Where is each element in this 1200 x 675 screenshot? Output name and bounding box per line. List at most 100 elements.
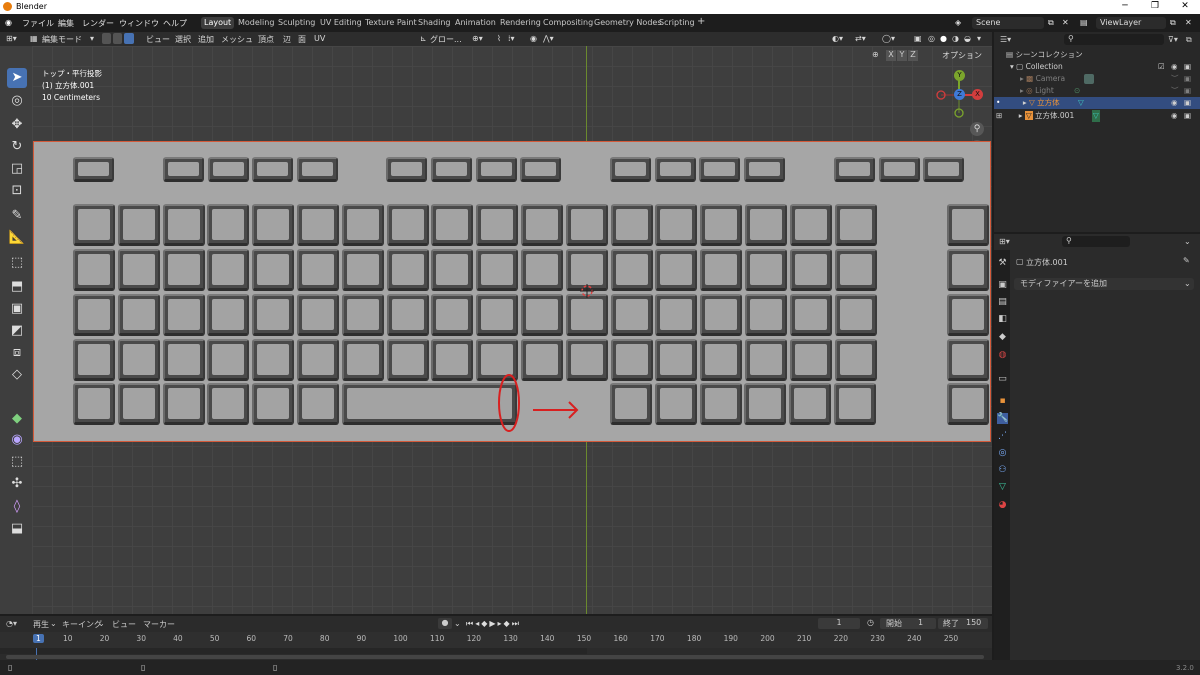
render-icon[interactable]: ▣: [1184, 85, 1191, 97]
key-cap[interactable]: [565, 204, 608, 246]
key-cap[interactable]: [297, 157, 338, 182]
tab-geometry-nodes[interactable]: Geometry Nodes: [594, 18, 661, 27]
key-cap[interactable]: [834, 157, 875, 182]
constraints-tab-icon[interactable]: ⚇: [997, 465, 1008, 476]
eye-icon[interactable]: ◉: [1171, 110, 1178, 122]
key-cap[interactable]: [700, 204, 743, 246]
key-cap[interactable]: [947, 294, 989, 336]
key-cap[interactable]: [834, 383, 876, 425]
key-cap[interactable]: [117, 204, 160, 246]
properties-type-icon[interactable]: ⊞▾: [999, 237, 1010, 246]
shading-options-icon[interactable]: ▾: [977, 34, 981, 43]
snap-target-icon[interactable]: ⁞▾: [508, 34, 515, 43]
delete-viewlayer-icon[interactable]: ✕: [1185, 18, 1192, 27]
key-cap[interactable]: [654, 383, 697, 425]
key-cap[interactable]: [117, 294, 160, 336]
render-shading-icon[interactable]: ◒: [964, 34, 971, 43]
vertex-select-button[interactable]: [102, 33, 111, 44]
key-cap[interactable]: [521, 294, 563, 336]
mode-dropdown-icon[interactable]: ▾: [90, 34, 94, 43]
data-tab-icon[interactable]: ▽: [997, 482, 1008, 493]
menu-keying[interactable]: キーイング: [62, 619, 102, 630]
key-cap[interactable]: [745, 339, 787, 381]
outliner-row-light[interactable]: ▸ ◎ Light ⊙ ︶ ▣: [994, 85, 1200, 97]
key-cap[interactable]: [431, 294, 474, 336]
key-cap[interactable]: [341, 294, 384, 336]
key-cap[interactable]: [431, 157, 472, 182]
key-cap[interactable]: [520, 157, 561, 182]
loop-cut-tool-icon[interactable]: ⧈: [7, 343, 27, 363]
falloff-icon[interactable]: ⋀▾: [543, 34, 554, 43]
render-icon[interactable]: ▣: [1184, 110, 1191, 122]
new-collection-icon[interactable]: ⧉: [1186, 35, 1192, 45]
xray-icon[interactable]: ▣: [914, 34, 922, 43]
key-cap[interactable]: [207, 249, 250, 291]
key-cap[interactable]: [745, 249, 787, 291]
expand-arrow-icon[interactable]: ▸: [1023, 98, 1027, 107]
key-cap[interactable]: [73, 157, 114, 182]
key-cap[interactable]: [476, 157, 517, 182]
tab-texture-paint[interactable]: Texture Paint: [365, 18, 417, 27]
tab-modeling[interactable]: Modeling: [238, 18, 274, 27]
transform-tool-icon[interactable]: ⊡: [7, 181, 27, 201]
key-cap[interactable]: [700, 339, 743, 381]
playback-dropdown-icon[interactable]: ⌄: [50, 619, 57, 628]
key-cap[interactable]: [207, 339, 250, 381]
extrude-tool-icon[interactable]: ⬒: [7, 277, 27, 297]
key-cap[interactable]: [789, 294, 832, 336]
key-cap[interactable]: [655, 204, 698, 246]
expand-arrow-icon[interactable]: ▸: [1020, 86, 1024, 95]
key-cap[interactable]: [789, 204, 832, 246]
pin-icon[interactable]: ✎: [1183, 256, 1190, 265]
key-cap[interactable]: [431, 204, 474, 246]
edge-select-button[interactable]: [113, 33, 122, 44]
blender-menu-icon[interactable]: ◉: [5, 18, 12, 27]
key-cap[interactable]: [162, 383, 205, 425]
key-cap[interactable]: [610, 157, 651, 182]
key-cap[interactable]: [162, 339, 205, 381]
key-cap[interactable]: [386, 249, 429, 291]
menu-edge[interactable]: 辺: [283, 34, 291, 45]
checkbox-icon[interactable]: ☑: [1158, 61, 1165, 73]
key-cap[interactable]: [947, 339, 989, 381]
timeline-scrollbar[interactable]: [6, 655, 984, 659]
editor-type-icon[interactable]: ⊞▾: [6, 34, 17, 43]
tab-sculpting[interactable]: Sculpting: [278, 18, 315, 27]
key-cap[interactable]: [117, 383, 160, 425]
key-cap[interactable]: [655, 249, 698, 291]
expand-arrow-icon[interactable]: ▸: [1020, 74, 1024, 83]
particles-tab-icon[interactable]: ⋰: [997, 431, 1008, 442]
render-icon[interactable]: ▣: [1184, 97, 1191, 109]
key-cap[interactable]: [162, 294, 205, 336]
key-cap[interactable]: [834, 339, 877, 381]
inset-tool-icon[interactable]: ▣: [7, 299, 27, 319]
solid-shading-icon[interactable]: ●: [940, 34, 947, 43]
proportional-edit-icon[interactable]: ◉: [530, 34, 537, 43]
key-cap[interactable]: [655, 294, 698, 336]
render-tab-icon[interactable]: ▣: [997, 280, 1008, 291]
key-cap[interactable]: [297, 249, 339, 291]
properties-search-input[interactable]: ⚲: [1062, 236, 1130, 247]
physics-tab-icon[interactable]: ◎: [997, 448, 1008, 459]
mode-selector[interactable]: 編集モード: [42, 34, 82, 45]
scene-tab-icon[interactable]: ◆: [997, 332, 1008, 343]
outliner-type-icon[interactable]: ☰▾: [1000, 35, 1011, 44]
key-cap[interactable]: [834, 204, 877, 246]
shear-tool-icon[interactable]: ◊: [7, 497, 27, 517]
scale-tool-icon[interactable]: ◲: [7, 159, 27, 179]
timeline-type-icon[interactable]: ◔▾: [6, 619, 17, 628]
visibility-icon[interactable]: ◐▾: [832, 34, 843, 43]
select-box-tool-icon[interactable]: ➤: [7, 68, 27, 88]
outliner-row-cube001[interactable]: ⊞ ▸ ▽ 立方体.001 ▽ ◉ ▣: [994, 110, 1200, 122]
pivot-icon[interactable]: ⊕▾: [472, 34, 483, 43]
key-cap[interactable]: [386, 204, 429, 246]
key-cap[interactable]: [117, 249, 160, 291]
smooth-tool-icon[interactable]: ⬚: [7, 452, 27, 472]
menu-render[interactable]: レンダー: [82, 18, 114, 29]
key-cap[interactable]: [252, 157, 293, 182]
measure-tool-icon[interactable]: 📐: [7, 228, 27, 248]
key-cap[interactable]: [252, 204, 295, 246]
key-cap[interactable]: [700, 294, 743, 336]
outliner-search-input[interactable]: ⚲: [1064, 34, 1164, 45]
copy-scene-icon[interactable]: ⧉: [1048, 18, 1054, 28]
